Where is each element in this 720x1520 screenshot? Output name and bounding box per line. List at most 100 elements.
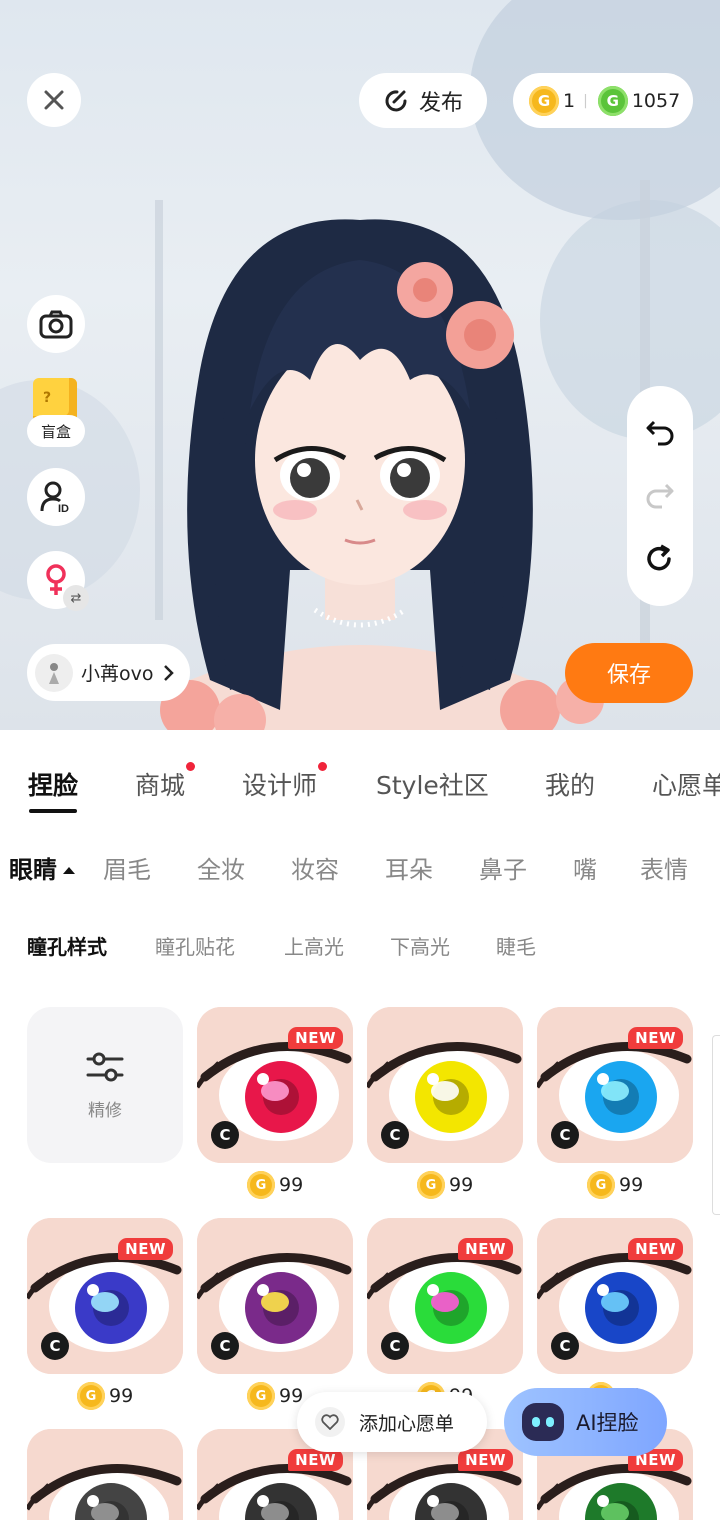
price-value: 99 [279,1385,304,1407]
price-value: 99 [109,1385,134,1407]
publish-label: 发布 [418,90,463,116]
save-button[interactable]: 保存 [565,643,693,703]
tab-wishlist[interactable]: 心愿单 [652,766,720,802]
camera-icon [39,310,73,339]
ai-face-button[interactable]: AI捏脸 [504,1388,667,1456]
swap-icon: ⇄ [63,585,89,611]
new-badge: NEW [628,1238,683,1260]
gold-coin-icon: G [247,1382,275,1410]
caret-up-icon [63,867,75,874]
eye-style-item[interactable]: NEW C [537,1007,693,1163]
eye-preview-icon [27,1429,183,1520]
gold-coin-icon: G [247,1171,275,1199]
item-price: G99 [247,1382,303,1410]
eye-style-item[interactable]: NEW C [197,1007,353,1163]
creator-badge-icon: C [381,1332,409,1360]
subtab-ears[interactable]: 耳朵 [385,850,433,885]
item-price: G99 [417,1171,473,1199]
subtab-eyes[interactable]: 眼睛 [9,850,75,885]
chevron-right-icon [163,664,174,681]
sliders-icon [86,1052,124,1081]
avatar-id-button[interactable]: ID [27,468,85,526]
fine-tune-label: 精修 [88,1100,122,1121]
creator-badge-icon: C [551,1121,579,1149]
main-tabs: 捏脸 商城 设计师 Style社区 我的 心愿单 [0,730,720,830]
user-name: 小苒ovo [81,663,154,685]
history-controls [627,386,693,606]
eye-style-item[interactable]: NEW C [27,1218,183,1374]
eye-style-item[interactable]: C [367,1007,523,1163]
notification-dot [318,762,328,771]
tab-face[interactable]: 捏脸 [28,766,78,802]
gold-coin-icon: G [529,85,559,116]
add-wishlist-label: 添加心愿单 [359,1412,455,1435]
blind-box-label[interactable]: 盲盒 [27,415,85,447]
subtab-nose[interactable]: 鼻子 [479,850,527,885]
redo-icon[interactable] [645,481,675,509]
publish-icon [385,89,407,111]
subtab-eyebrows[interactable]: 眉毛 [103,850,151,885]
publish-button[interactable]: 发布 [359,73,487,128]
price-value: 99 [619,1174,644,1196]
gold-coin-icon: G [587,1171,615,1199]
eye-style-item[interactable]: NEW C [367,1218,523,1374]
creator-badge-icon: C [551,1332,579,1360]
creator-badge-icon: C [211,1121,239,1149]
user-profile-pill[interactable]: 小苒ovo [27,644,190,701]
add-wishlist-button[interactable]: 添加心愿单 [297,1392,487,1452]
item-price: G99 [247,1171,303,1199]
subtab-mouth[interactable]: 嘴 [573,850,597,885]
tab-pupil-style[interactable]: 瞳孔样式 [27,931,107,960]
green-coin-icon: G [597,85,628,116]
tab-designer[interactable]: 设计师 [242,762,328,802]
gold-coin-count: 1 [563,89,576,112]
eye-style-item[interactable]: NEW C [537,1218,693,1374]
user-id-icon: ID [40,481,69,514]
new-badge: NEW [458,1449,513,1471]
tab-pupil-decal[interactable]: 瞳孔贴花 [155,931,235,960]
subtab-expression[interactable]: 表情 [640,850,688,885]
heart-icon [315,1407,345,1437]
green-coin-count: 1057 [631,89,681,112]
new-badge: NEW [288,1027,343,1049]
new-badge: NEW [288,1449,343,1471]
creator-badge-icon: C [41,1332,69,1360]
currency-divider: | [583,92,588,109]
close-icon [44,90,64,110]
avatar-preview: 发布 G 1 | G 1057 ? 盲盒 ID ⇄ 小苒ovo 保存 [0,0,720,730]
creator-badge-icon: C [211,1332,239,1360]
gold-coin-icon: G [77,1382,105,1410]
tab-style-community[interactable]: Style社区 [376,766,489,802]
avatar [35,653,73,692]
scrollbar[interactable] [712,1035,720,1215]
gender-switch-button[interactable]: ⇄ [27,551,89,611]
tab-upper-highlight[interactable]: 上高光 [284,931,344,960]
eye-style-item[interactable]: C [197,1218,353,1374]
ai-face-label: AI捏脸 [576,1411,639,1435]
new-badge: NEW [458,1238,513,1260]
robot-icon [522,1403,564,1441]
tab-eyelashes[interactable]: 睫毛 [496,931,536,960]
close-button[interactable] [27,73,81,127]
undo-icon[interactable] [645,418,675,446]
tab-shop[interactable]: 商城 [135,762,196,802]
new-badge: NEW [118,1238,173,1260]
eye-style-item[interactable]: C [27,1429,183,1520]
item-price: G99 [587,1171,643,1199]
editor-panel: 捏脸 商城 设计师 Style社区 我的 心愿单 眼睛 眉毛 全妆 妆容 耳朵 … [0,730,720,1520]
new-badge: NEW [628,1027,683,1049]
active-tab-indicator [29,809,77,813]
currency-balance[interactable]: G 1 | G 1057 [513,73,693,128]
item-price: G99 [77,1382,133,1410]
price-value: 99 [279,1174,304,1196]
fine-tune-button[interactable]: 精修 [27,1007,183,1163]
subtab-makeup[interactable]: 妆容 [291,850,339,885]
avatar-character [160,219,604,730]
reset-icon[interactable] [645,544,675,574]
tab-mine[interactable]: 我的 [545,766,595,802]
tab-lower-highlight[interactable]: 下高光 [390,931,450,960]
price-value: 99 [449,1174,474,1196]
camera-button[interactable] [27,295,85,353]
creator-badge-icon: C [381,1121,409,1149]
subtab-full-makeup[interactable]: 全妆 [197,850,245,885]
